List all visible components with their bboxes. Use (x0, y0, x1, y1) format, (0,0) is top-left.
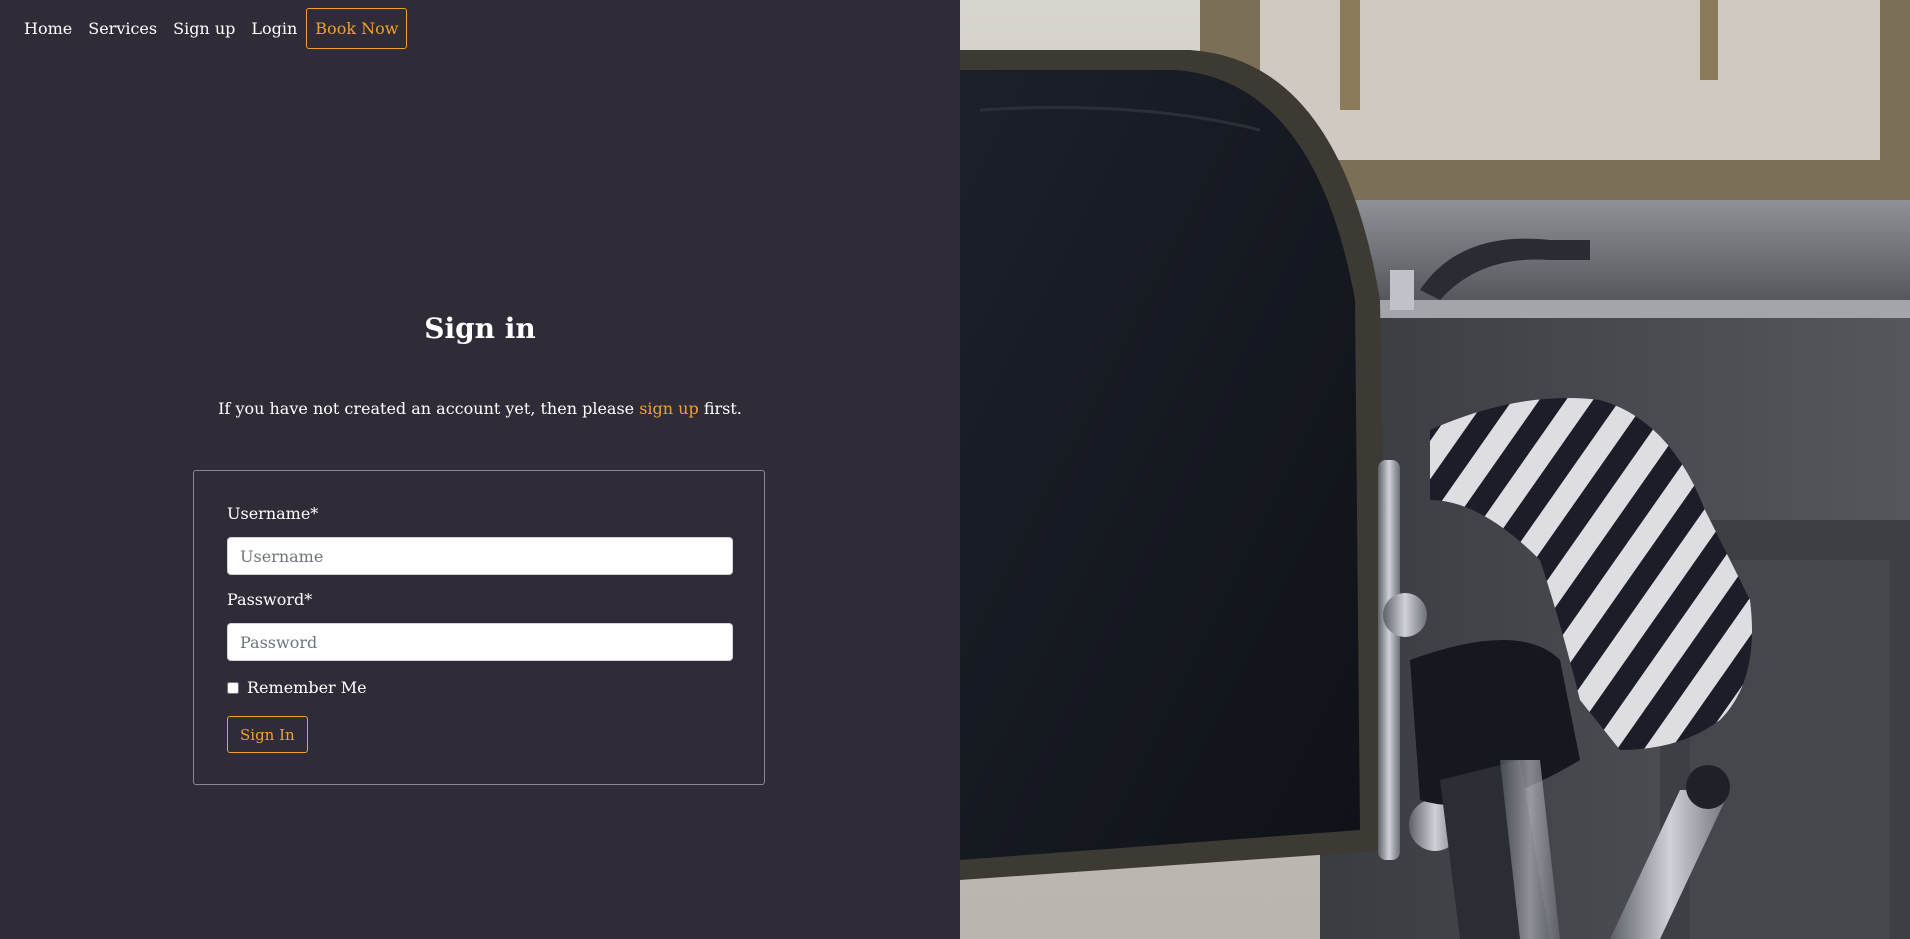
nav-services-link[interactable]: Services (80, 9, 165, 48)
nav-signup-link[interactable]: Sign up (165, 9, 243, 48)
signin-intro: If you have not created an account yet, … (0, 399, 960, 418)
intro-text-before: If you have not created an account yet, … (218, 399, 640, 418)
barber-chair-photo-icon (960, 0, 1910, 939)
book-now-button[interactable]: Book Now (306, 8, 408, 49)
nav-login-link[interactable]: Login (243, 9, 305, 48)
username-label: Username* (227, 504, 319, 523)
remember-me-row: Remember Me (227, 678, 367, 697)
password-input[interactable] (227, 623, 733, 661)
page: Home Services Sign up Login Book Now Sig… (0, 0, 1910, 939)
intro-text-after: first. (698, 399, 742, 418)
hero-image (960, 0, 1910, 939)
sign-in-button[interactable]: Sign In (227, 716, 308, 753)
signup-link[interactable]: sign up (639, 399, 699, 418)
main-nav: Home Services Sign up Login Book Now (16, 8, 408, 49)
password-label: Password* (227, 590, 313, 609)
left-panel: Home Services Sign up Login Book Now Sig… (0, 0, 960, 939)
remember-me-label: Remember Me (247, 678, 367, 697)
remember-me-checkbox[interactable] (227, 681, 239, 694)
page-title: Sign in (424, 312, 536, 345)
signin-form: Username* Password* Remember Me Sign In (193, 470, 765, 785)
username-input[interactable] (227, 537, 733, 575)
nav-home-link[interactable]: Home (16, 9, 80, 48)
